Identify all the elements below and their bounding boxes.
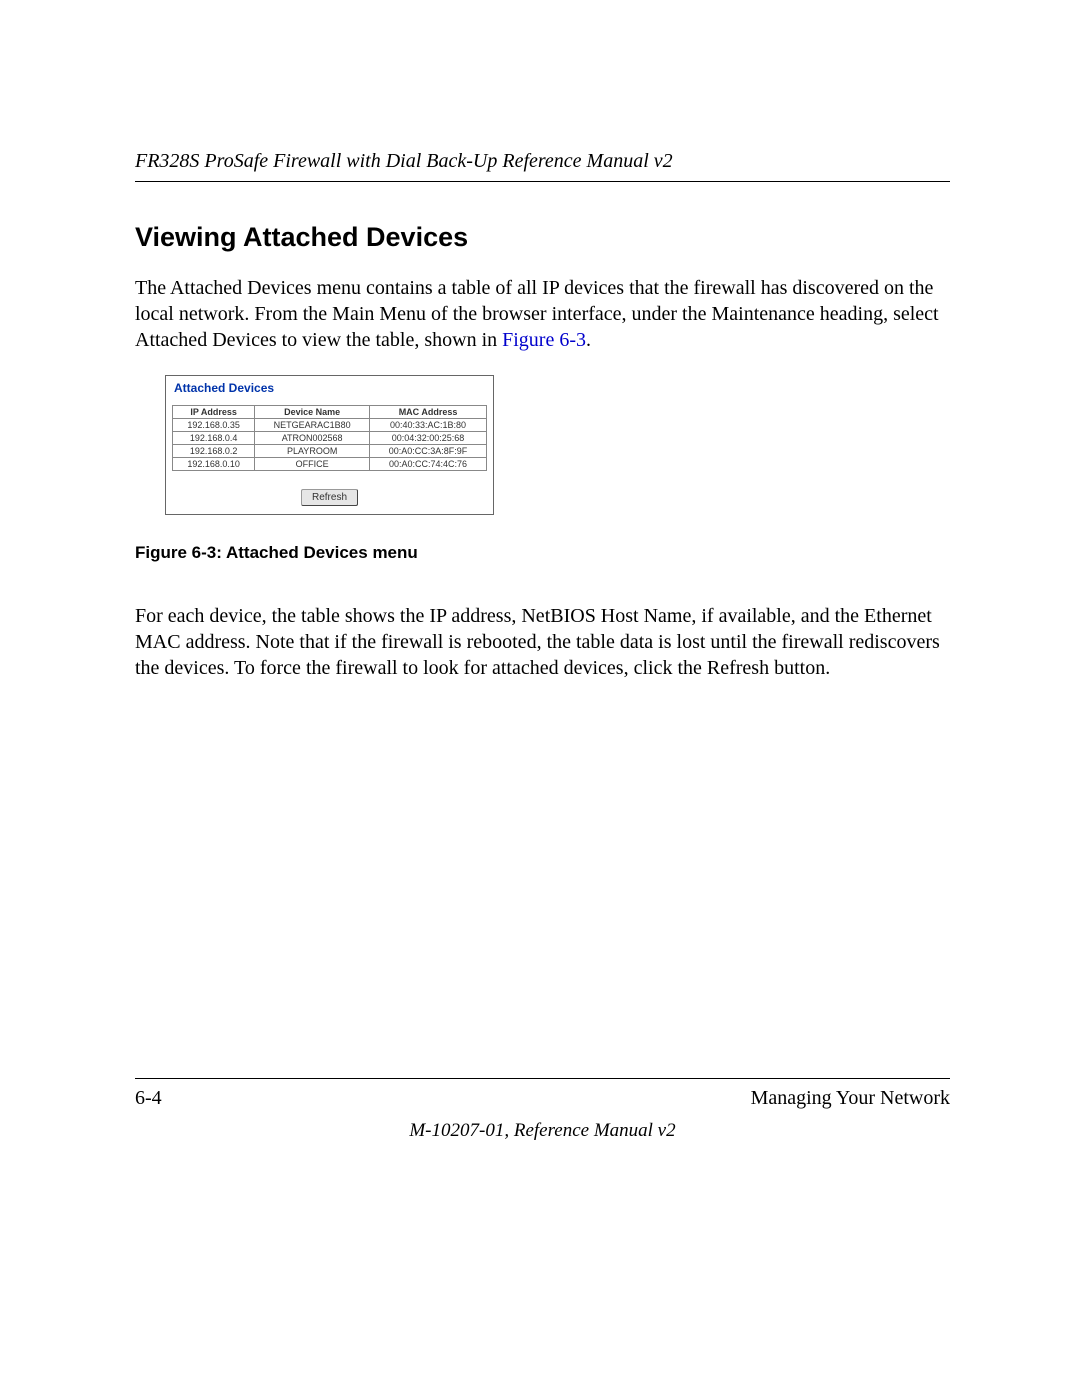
doc-id: M-10207-01, Reference Manual v2	[135, 1120, 950, 1142]
attached-devices-panel: Attached Devices IP Address Device Name …	[165, 375, 494, 515]
cell-ip: 192.168.0.2	[173, 445, 255, 458]
page-footer: 6-4 Managing Your Network M-10207-01, Re…	[135, 1078, 950, 1142]
intro-paragraph: The Attached Devices menu contains a tab…	[135, 275, 950, 353]
col-mac: MAC Address	[370, 406, 487, 419]
table-row: 192.168.0.2 PLAYROOM 00:A0:CC:3A:8F:9F	[173, 445, 487, 458]
table-row: 192.168.0.35 NETGEARAC1B80 00:40:33:AC:1…	[173, 419, 487, 432]
col-name: Device Name	[255, 406, 370, 419]
cell-name: ATRON002568	[255, 432, 370, 445]
cell-ip: 192.168.0.10	[173, 458, 255, 471]
panel-title: Attached Devices	[172, 378, 487, 401]
cell-ip: 192.168.0.4	[173, 432, 255, 445]
cell-mac: 00:A0:CC:74:4C:76	[370, 458, 487, 471]
col-ip: IP Address	[173, 406, 255, 419]
cell-mac: 00:40:33:AC:1B:80	[370, 419, 487, 432]
devices-table: IP Address Device Name MAC Address 192.1…	[172, 405, 487, 471]
cell-ip: 192.168.0.35	[173, 419, 255, 432]
manual-page: FR328S ProSafe Firewall with Dial Back-U…	[0, 0, 1080, 1397]
para1-text-b: .	[586, 329, 591, 351]
explain-paragraph: For each device, the table shows the IP …	[135, 603, 950, 681]
chapter-title: Managing Your Network	[751, 1087, 950, 1110]
cell-mac: 00:A0:CC:3A:8F:9F	[370, 445, 487, 458]
refresh-button[interactable]: Refresh	[301, 489, 358, 506]
figure-caption: Figure 6-3: Attached Devices menu	[135, 543, 950, 563]
section-heading: Viewing Attached Devices	[135, 222, 950, 253]
page-header: FR328S ProSafe Firewall with Dial Back-U…	[135, 150, 950, 182]
figure-link[interactable]: Figure 6-3	[502, 329, 586, 351]
cell-name: OFFICE	[255, 458, 370, 471]
cell-mac: 00:04:32:00:25:68	[370, 432, 487, 445]
page-number: 6-4	[135, 1087, 162, 1110]
table-row: 192.168.0.4 ATRON002568 00:04:32:00:25:6…	[173, 432, 487, 445]
table-row: 192.168.0.10 OFFICE 00:A0:CC:74:4C:76	[173, 458, 487, 471]
cell-name: PLAYROOM	[255, 445, 370, 458]
header-title: FR328S ProSafe Firewall with Dial Back-U…	[135, 150, 673, 172]
cell-name: NETGEARAC1B80	[255, 419, 370, 432]
